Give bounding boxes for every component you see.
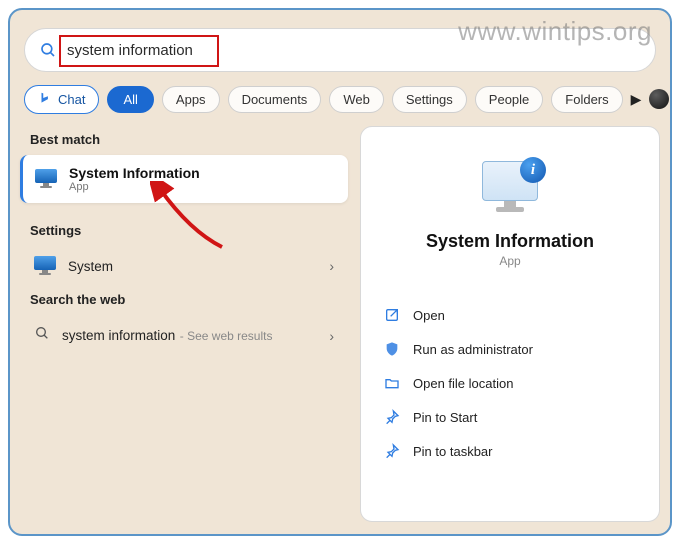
tabs-right: ··· xyxy=(649,84,672,114)
app-name: System Information xyxy=(426,231,594,252)
tab-label: Settings xyxy=(406,92,453,107)
tab-all[interactable]: All xyxy=(107,86,153,113)
system-information-large-icon: i xyxy=(474,157,546,217)
system-information-icon xyxy=(35,169,57,189)
tab-people[interactable]: People xyxy=(475,86,543,113)
search-icon xyxy=(39,41,57,59)
filter-tabs: Chat All Apps Documents Web Settings Peo… xyxy=(10,82,670,126)
results-body: Best match System Information App Settin… xyxy=(10,126,670,532)
tab-label: Chat xyxy=(58,92,85,107)
tab-label: All xyxy=(123,92,137,107)
settings-heading: Settings xyxy=(20,217,348,246)
pin-icon xyxy=(383,442,401,460)
user-avatar[interactable] xyxy=(649,89,669,109)
action-open[interactable]: Open xyxy=(377,298,643,332)
tab-label: Web xyxy=(343,92,370,107)
action-label: Run as administrator xyxy=(413,342,533,357)
result-subtitle: App xyxy=(69,181,200,193)
list-item-suffix: - See web results xyxy=(180,329,273,343)
tab-label: Apps xyxy=(176,92,206,107)
display-icon xyxy=(34,256,56,276)
settings-item-system[interactable]: System › xyxy=(20,246,348,286)
tab-documents[interactable]: Documents xyxy=(228,86,322,113)
action-label: Pin to taskbar xyxy=(413,444,493,459)
tab-chat[interactable]: Chat xyxy=(24,85,99,114)
action-pin-taskbar[interactable]: Pin to taskbar xyxy=(377,434,643,468)
shield-icon xyxy=(383,340,401,358)
tab-settings[interactable]: Settings xyxy=(392,86,467,113)
action-pin-start[interactable]: Pin to Start xyxy=(377,400,643,434)
list-item-label: System xyxy=(68,259,113,274)
more-tabs-icon[interactable]: ▶ xyxy=(631,91,642,108)
app-hero: i System Information App xyxy=(377,149,643,286)
tab-label: People xyxy=(489,92,529,107)
folder-icon xyxy=(383,374,401,392)
tab-apps[interactable]: Apps xyxy=(162,86,220,113)
search-icon xyxy=(34,325,50,346)
action-label: Open file location xyxy=(413,376,513,391)
action-label: Pin to Start xyxy=(413,410,477,425)
results-left: Best match System Information App Settin… xyxy=(20,126,348,522)
search-window: www.wintips.org Chat All Apps Documents … xyxy=(8,8,672,536)
action-open-location[interactable]: Open file location xyxy=(377,366,643,400)
list-item-label: system information xyxy=(62,328,175,343)
search-bar[interactable] xyxy=(24,28,656,72)
best-match-heading: Best match xyxy=(20,126,348,155)
details-panel: i System Information App Open Run as adm… xyxy=(360,126,660,522)
pin-icon xyxy=(383,408,401,426)
open-icon xyxy=(383,306,401,324)
result-title: System Information xyxy=(69,165,200,181)
bing-chat-icon xyxy=(38,91,52,108)
tab-folders[interactable]: Folders xyxy=(551,86,622,113)
action-run-admin[interactable]: Run as administrator xyxy=(377,332,643,366)
tab-label: Folders xyxy=(565,92,608,107)
best-match-result[interactable]: System Information App xyxy=(20,155,348,203)
tab-web[interactable]: Web xyxy=(329,86,384,113)
search-web-heading: Search the web xyxy=(20,286,348,315)
chevron-right-icon: › xyxy=(329,258,334,274)
search-input[interactable] xyxy=(67,42,641,59)
action-label: Open xyxy=(413,308,445,323)
chevron-right-icon: › xyxy=(329,328,334,344)
app-type: App xyxy=(499,254,520,268)
web-result-item[interactable]: system information - See web results › xyxy=(20,315,348,356)
action-list: Open Run as administrator Open file loca… xyxy=(377,298,643,468)
tab-label: Documents xyxy=(242,92,308,107)
